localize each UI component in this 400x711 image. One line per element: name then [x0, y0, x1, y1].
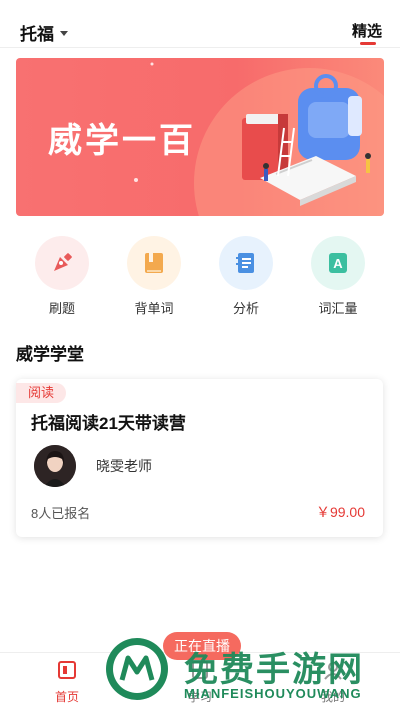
top-bar: 托福 精选 — [0, 0, 400, 48]
caret-down-icon — [60, 31, 68, 36]
exam-selector-label: 托福 — [20, 25, 54, 44]
course-card[interactable]: 阅读 托福阅读21天带读营 晓雯老师 8人已报名 ￥99.00 — [16, 379, 383, 537]
quick-action-label: 刷题 — [48, 301, 75, 316]
tab-study-label: 学习 — [187, 690, 212, 704]
profile-icon — [324, 662, 342, 680]
bottom-tab-bar: 首页 学习 我的 — [0, 652, 400, 711]
exam-selector[interactable]: 托福 — [20, 20, 68, 45]
course-title: 托福阅读21天带读营 — [31, 414, 186, 433]
study-icon — [192, 661, 208, 679]
book-icon — [127, 236, 181, 290]
report-icon — [219, 236, 273, 290]
teacher-name: 晓雯老师 — [96, 458, 152, 474]
quick-action-label: 分析 — [232, 301, 259, 316]
section-title: 威学学堂 — [16, 345, 84, 364]
quick-action-analysis[interactable]: 分析 — [206, 236, 286, 317]
quick-action-vocab-size[interactable]: A 词汇量 — [298, 236, 378, 317]
tab-home[interactable]: 首页 — [37, 659, 97, 705]
pen-nib-icon — [35, 236, 89, 290]
tab-study[interactable]: 学习 — [170, 659, 230, 705]
course-price: ￥99.00 — [315, 504, 365, 520]
tab-active-indicator — [359, 42, 376, 45]
tab-featured-label: 精选 — [351, 23, 382, 40]
quick-action-label: 词汇量 — [318, 301, 358, 316]
banner-illustration-icon — [134, 62, 371, 206]
teacher-info: 晓雯老师 — [34, 445, 152, 487]
course-tag: 阅读 — [16, 383, 67, 403]
quick-action-vocab-memorize[interactable]: 背单词 — [114, 236, 194, 317]
live-now-button[interactable]: 正在直播 — [163, 632, 241, 660]
tab-profile-label: 我的 — [320, 690, 345, 704]
tab-home-label: 首页 — [54, 690, 79, 704]
promo-banner[interactable]: 威学一百 — [16, 58, 384, 216]
avatar — [34, 445, 76, 487]
quick-action-practice[interactable]: 刷题 — [22, 236, 102, 317]
home-icon — [58, 661, 76, 679]
enrolled-count: 8人已报名 — [31, 506, 91, 521]
tab-profile[interactable]: 我的 — [303, 659, 363, 705]
svg-text:A: A — [333, 256, 343, 271]
tab-featured[interactable]: 精选 — [351, 20, 382, 45]
letter-a-icon: A — [311, 236, 365, 290]
quick-action-label: 背单词 — [134, 301, 174, 316]
quick-actions: 刷题 背单词 分析 A 词汇量 — [0, 236, 400, 320]
